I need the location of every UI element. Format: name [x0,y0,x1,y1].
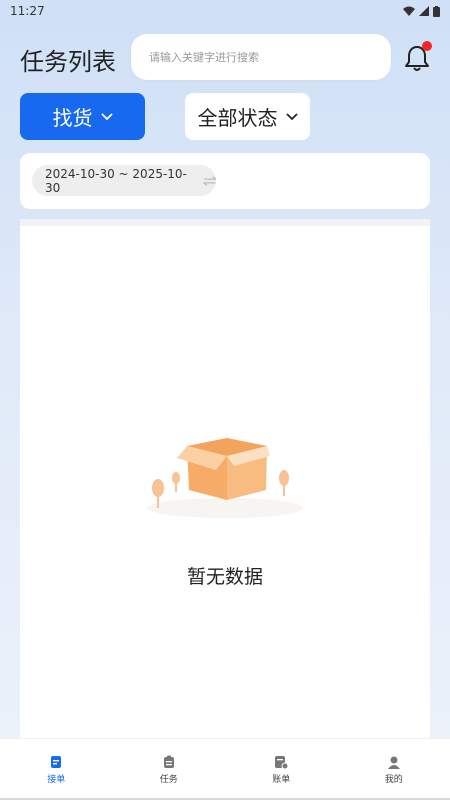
tab-profile[interactable]: 我的 [364,755,424,785]
header: 任务列表 请输入关键字进行搜索 [0,34,450,82]
task-icon [163,755,174,768]
date-range-text: 2024-10-30 ~ 2025-10-30 [45,166,187,195]
status-filter-label: 全部状态 [197,106,278,130]
status-bar: 11:27 [0,0,450,22]
filter-bar: 找货 全部状态 [0,93,450,141]
search-input[interactable]: 请输入关键字进行搜索 [131,34,391,80]
status-time: 11:27 [10,4,45,18]
status-icons [403,5,440,17]
status-filter-button[interactable]: 全部状态 [185,93,310,140]
empty-text: 暂无数据 [186,566,263,588]
bottom-tab-bar: 接单 任务 账单 我的 [0,738,450,800]
battery-icon [433,5,440,17]
notification-button[interactable] [404,41,432,72]
bill-icon [275,755,289,769]
type-filter-label: 找货 [52,106,93,130]
search-placeholder: 请输入关键字进行搜索 [149,51,259,64]
tab-tasks-label: 任务 [159,774,178,785]
tab-profile-label: 我的 [384,774,403,785]
wifi-icon [403,6,415,16]
chevron-down-icon [100,112,113,120]
task-list: 暂无数据 [20,219,430,739]
page-title: 任务列表 [20,48,116,76]
tab-orders-label: 接单 [47,774,66,785]
order-icon [51,755,62,768]
tab-bills[interactable]: 账单 [251,755,311,785]
signal-icon [419,6,429,16]
notification-badge [422,41,432,51]
date-range-picker[interactable]: 2024-10-30 ~ 2025-10-30 [32,165,216,196]
chevron-down-icon [285,112,298,120]
tab-orders[interactable]: 接单 [26,755,86,785]
date-range-card: 2024-10-30 ~ 2025-10-30 [20,153,430,209]
tab-bills-label: 账单 [272,774,291,785]
swap-icon [202,175,216,186]
profile-icon [387,756,400,769]
type-filter-button[interactable]: 找货 [20,93,145,140]
tab-tasks[interactable]: 任务 [139,755,199,785]
empty-box-icon [147,438,303,518]
